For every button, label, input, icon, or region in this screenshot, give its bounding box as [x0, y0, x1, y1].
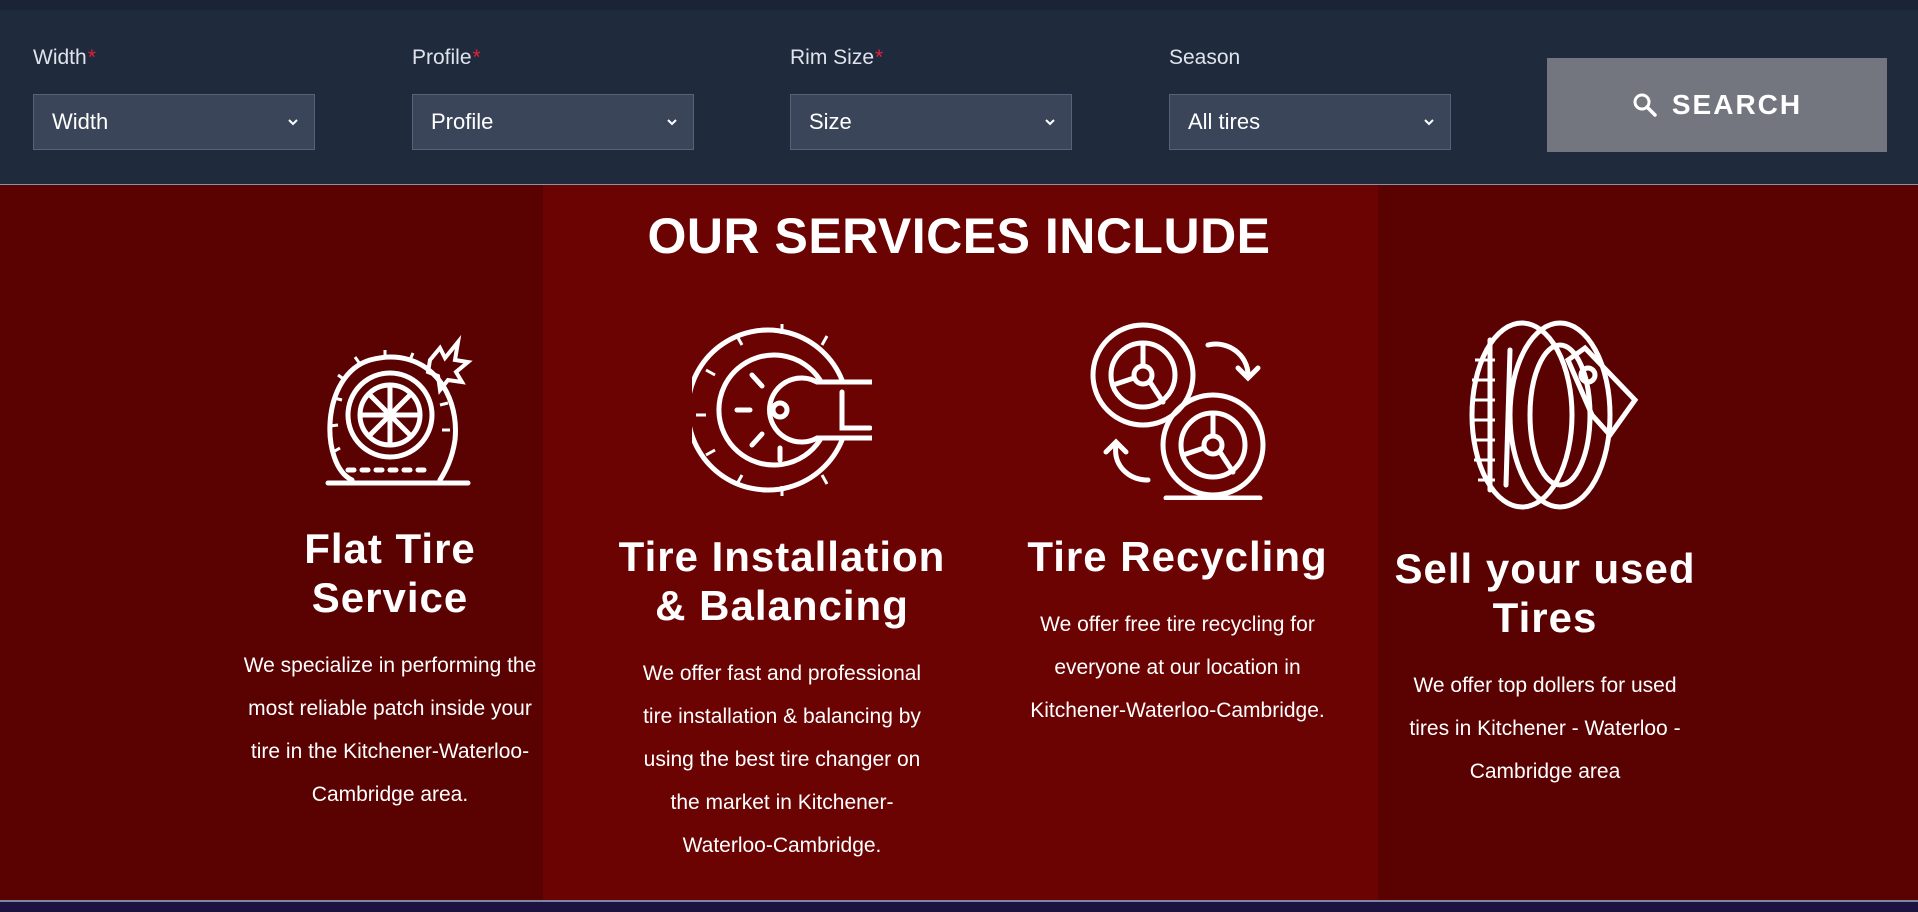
search-button-label: SEARCH [1671, 89, 1803, 120]
width-select[interactable]: Width [33, 94, 315, 150]
service-title: Tire Recycling [1027, 533, 1328, 580]
chevron-down-icon [1424, 119, 1434, 126]
service-description: We specialize in performing the most rel… [243, 654, 537, 806]
search-button[interactable]: SEARCH [1547, 58, 1887, 152]
season-label: Season [1169, 46, 1241, 69]
flat-tire-icon [325, 334, 473, 486]
service-description: We offer fast and professional tire inst… [642, 662, 922, 857]
rim-size-field: Rim Size* Size [790, 44, 1072, 150]
season-field: Season All tires [1169, 44, 1451, 150]
season-select[interactable]: All tires [1169, 94, 1451, 150]
service-card-tire-recycling: Tire Recycling We offer free tire recycl… [1005, 320, 1350, 732]
rim-size-label: Rim Size* [790, 46, 884, 69]
profile-label: Profile* [412, 46, 481, 69]
required-asterisk: * [87, 46, 96, 69]
season-select-value: All tires [1188, 109, 1261, 134]
service-title: Flat Tire Service [304, 525, 476, 621]
service-description: We offer top dollers for used tires in K… [1409, 674, 1681, 783]
services-title: OUR SERVICES INCLUDE [647, 208, 1271, 264]
width-select-value: Width [52, 109, 109, 134]
profile-field: Profile* Profile [412, 44, 694, 150]
bottom-strip [0, 900, 1918, 912]
service-title: Sell your used Tires [1394, 545, 1696, 641]
chevron-down-icon [288, 119, 298, 126]
service-card-tire-installation: Tire Installation & Balancing We offer fa… [605, 320, 959, 867]
tire-wrench-icon [692, 324, 872, 496]
width-label: Width* [33, 46, 96, 69]
profile-select-value: Profile [431, 109, 494, 134]
width-field: Width* Width [33, 44, 315, 150]
required-asterisk: * [472, 46, 481, 69]
service-description: We offer free tire recycling for everyon… [1030, 613, 1325, 722]
service-card-sell-tires: Sell your used Tires We offer top dollers… [1375, 320, 1715, 793]
tire-recycling-icon [1090, 322, 1265, 500]
rim-size-select[interactable]: Size [790, 94, 1072, 150]
services-section: OUR SERVICES INCLUDE Flat Tire Service W… [0, 185, 1918, 900]
service-title: Tire Installation & Balancing [618, 533, 946, 629]
tire-search-bar: Width* Width Profile* Profile Rim Size* … [0, 10, 1918, 185]
search-icon [1633, 93, 1657, 117]
profile-select[interactable]: Profile [412, 94, 694, 150]
chevron-down-icon [667, 119, 677, 126]
chevron-down-icon [1045, 119, 1055, 126]
required-asterisk: * [875, 46, 884, 69]
rim-size-select-value: Size [809, 109, 852, 134]
service-card-flat-tire: Flat Tire Service We specialize in perfor… [220, 320, 560, 816]
tire-price-tag-icon [1469, 320, 1639, 510]
